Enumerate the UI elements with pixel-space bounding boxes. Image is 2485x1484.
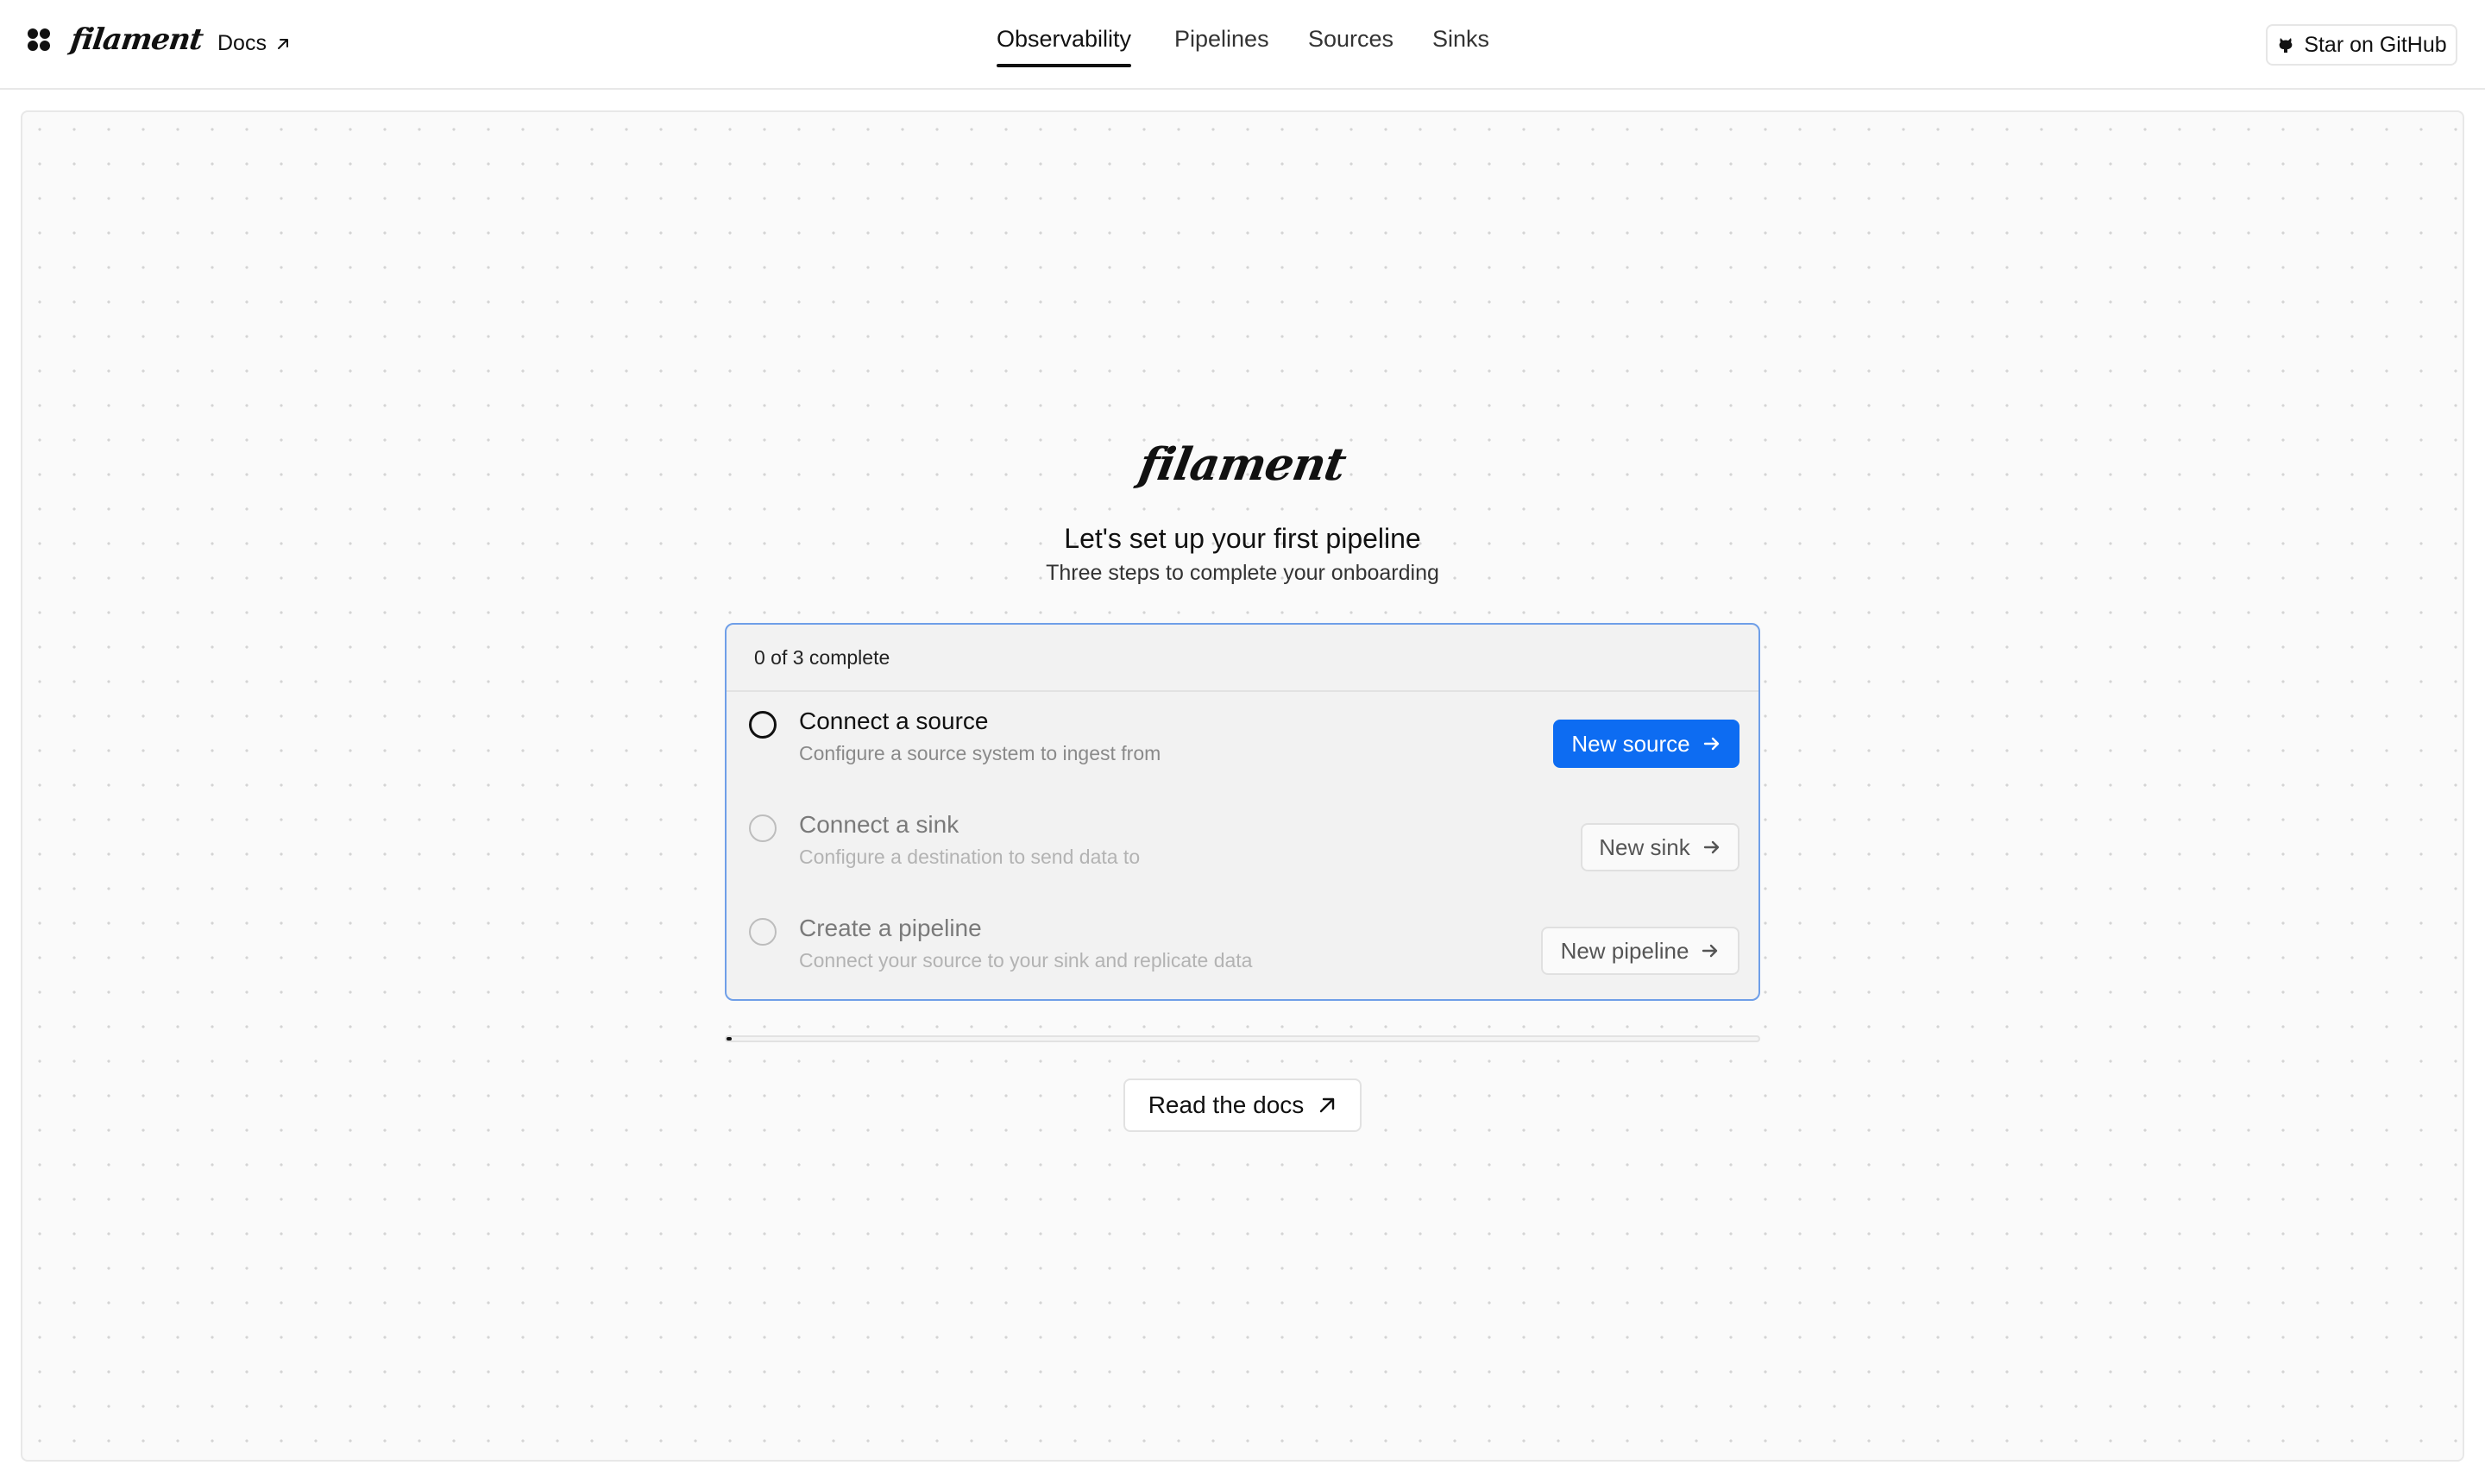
step-description: Configure a destination to send data to (799, 846, 1141, 868)
new-pipeline-button[interactable]: New pipeline (1541, 927, 1740, 975)
tab-sinks[interactable]: Sinks (1432, 26, 1489, 53)
new-sink-label: New sink (1599, 833, 1690, 860)
onboarding-checklist: 0 of 3 complete Connect a source Configu… (725, 623, 1760, 1001)
main-nav: Observability Pipelines Sources Sinks (0, 0, 2485, 90)
clover-mark-icon (28, 28, 50, 51)
docs-link-label: Docs (217, 31, 267, 55)
arrow-right-icon (1702, 944, 1718, 958)
docs-link[interactable]: Docs (217, 31, 291, 56)
new-source-button[interactable]: New source (1553, 720, 1740, 768)
read-the-docs-label: Read the docs (1148, 1091, 1305, 1118)
step-title: Connect a sink (799, 811, 959, 838)
brand-wordmark: filament (68, 22, 205, 57)
radio-circle-icon (749, 711, 777, 739)
github-label: Star on GitHub (2304, 32, 2447, 57)
star-on-github-button[interactable]: Star on GitHub (2266, 24, 2457, 66)
arrow-up-right-icon (277, 38, 288, 49)
github-icon (2279, 38, 2293, 53)
top-bar: filament Docs Observability Pipelines So… (0, 0, 2485, 90)
step-title: Connect a source (799, 707, 989, 734)
arrow-up-right-icon (1320, 1097, 1335, 1113)
new-pipeline-label: New pipeline (1560, 937, 1689, 964)
step-create-pipeline: Create a pipeline Connect your source to… (727, 901, 1758, 999)
onboarding-subtitle: Three steps to complete your onboarding (1046, 561, 1439, 585)
brand[interactable]: filament (26, 22, 205, 57)
new-sink-button[interactable]: New sink (1581, 823, 1740, 871)
tab-observability[interactable]: Observability (997, 26, 1132, 67)
onboarding-progress-bar (725, 1035, 1760, 1042)
progress-count: 0 of 3 complete (754, 645, 890, 669)
tab-pipelines[interactable]: Pipelines (1174, 26, 1269, 53)
step-description: Configure a source system to ingest from (799, 742, 1161, 764)
checklist-header: 0 of 3 complete (727, 625, 1758, 692)
onboarding-logo-wordmark: filament (1135, 438, 1350, 491)
progress-fill (727, 1037, 732, 1041)
tab-sources[interactable]: Sources (1308, 26, 1393, 53)
read-the-docs-button[interactable]: Read the docs (1123, 1078, 1362, 1132)
onboarding-logo: filament (0, 438, 2485, 491)
step-connect-source: Connect a source Configure a source syst… (727, 694, 1758, 797)
new-source-label: New source (1571, 730, 1690, 757)
arrow-right-icon (1703, 737, 1719, 751)
step-connect-sink: Connect a sink Configure a destination t… (727, 797, 1758, 901)
step-title: Create a pipeline (799, 915, 982, 941)
step-description: Connect your source to your sink and rep… (799, 949, 1253, 972)
arrow-right-icon (1703, 840, 1719, 854)
onboarding-title: Let's set up your first pipeline (1064, 523, 1421, 554)
radio-circle-icon (749, 918, 777, 946)
radio-circle-icon (749, 814, 777, 842)
